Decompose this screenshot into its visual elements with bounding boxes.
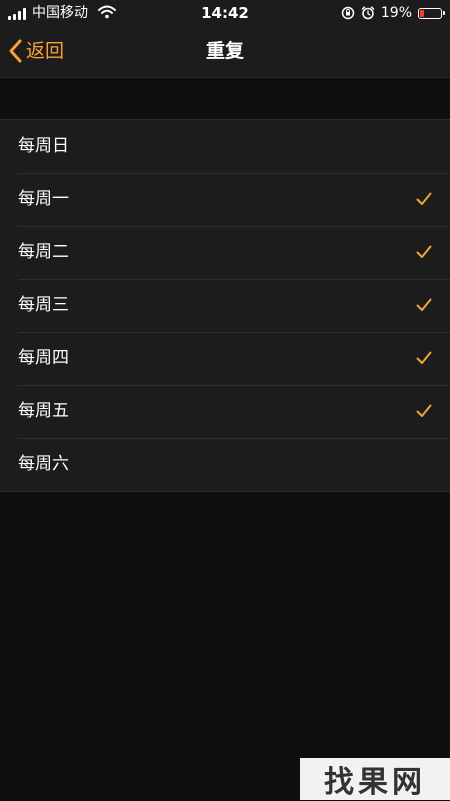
list-item-label: 每周二 (18, 242, 69, 262)
list-item-tuesday[interactable]: 每周二 (0, 226, 450, 279)
page-title: 重复 (205, 40, 244, 62)
watermark: 找果网 (300, 758, 450, 800)
checkmark-icon (416, 245, 432, 258)
list-item-wednesday[interactable]: 每周三 (0, 279, 450, 332)
section-gap (0, 78, 450, 119)
checkmark-icon (416, 192, 432, 205)
list-item-label: 每周四 (18, 348, 69, 368)
list-item-label: 每周五 (18, 401, 69, 421)
nav-bar: 返回 重复 (0, 26, 450, 78)
list-item-label: 每周六 (18, 454, 69, 474)
list-item-label: 每周日 (18, 136, 69, 156)
list-item-friday[interactable]: 每周五 (0, 385, 450, 438)
status-right-group: 19% (341, 4, 445, 22)
battery-fill (420, 9, 424, 17)
battery-percent: 19% (380, 5, 412, 21)
repeat-day-list: 每周日 每周一 每周二 每周三 每周四 每周五 每周六 (0, 119, 450, 492)
alarm-icon (361, 6, 375, 20)
battery-nub (443, 11, 445, 15)
checkmark-icon (416, 298, 432, 311)
signal-icon (8, 8, 28, 20)
chevron-left-icon (9, 39, 22, 63)
list-item-label: 每周三 (18, 295, 69, 315)
list-item-thursday[interactable]: 每周四 (0, 332, 450, 385)
list-item-monday[interactable]: 每周一 (0, 173, 450, 226)
back-label: 返回 (26, 40, 65, 62)
checkmark-icon (416, 351, 432, 364)
carrier-label: 中国移动 (32, 5, 88, 21)
orientation-lock-icon (341, 6, 355, 20)
list-item-sunday[interactable]: 每周日 (0, 120, 450, 173)
wifi-icon (98, 5, 116, 19)
checkmark-icon (416, 404, 432, 417)
back-button[interactable]: 返回 (8, 36, 64, 66)
battery-icon (418, 7, 445, 19)
list-item-saturday[interactable]: 每周六 (0, 438, 450, 491)
status-bar: 中国移动 14:42 19% (0, 0, 450, 26)
list-item-label: 每周一 (18, 189, 69, 209)
